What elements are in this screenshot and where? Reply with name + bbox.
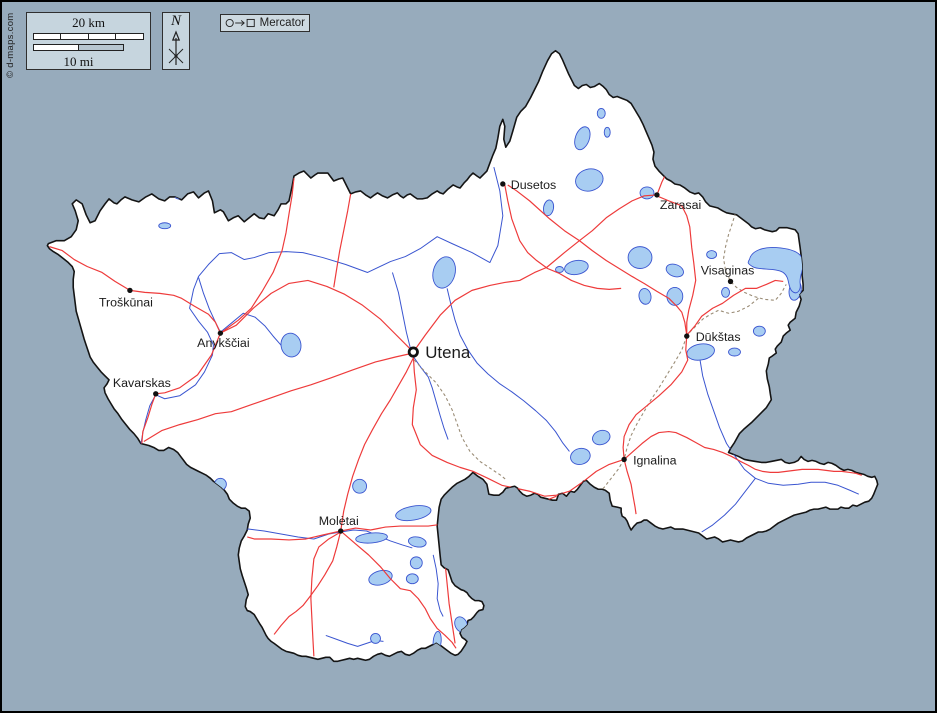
city-label: Kavarskas (113, 376, 171, 390)
city-marker (338, 528, 343, 533)
lake (353, 479, 367, 493)
city-marker (684, 333, 689, 338)
lake (604, 127, 610, 137)
city-marker (500, 181, 505, 186)
map-page: Troškūnai Anykščiai Kavarskas Utena Dusetos Z… (0, 0, 937, 713)
city-marker (218, 330, 223, 335)
north-legend: N (162, 12, 190, 70)
scale-bar-mi (33, 44, 124, 51)
lake (410, 557, 422, 569)
lake (628, 247, 652, 269)
lake (371, 633, 381, 643)
city-label: Troškūnai (99, 295, 153, 309)
lake (667, 287, 683, 305)
scale-km-label: 20 km (27, 15, 150, 30)
city-label: Utena (425, 343, 471, 362)
scale-mi-label: 10 mi (33, 54, 124, 69)
city-marker-capital (409, 348, 417, 356)
scale-legend: 20 km 10 mi (26, 12, 151, 70)
scale-bar-km (33, 33, 144, 40)
projection-label: Mercator (260, 17, 305, 29)
lake (597, 108, 605, 118)
compass-icon (164, 30, 188, 68)
lake (753, 326, 765, 336)
lake (729, 348, 741, 356)
city-label: Ignalina (633, 453, 677, 467)
city-marker (654, 192, 659, 197)
city-marker (728, 279, 733, 284)
city-label: Dūkštas (696, 330, 741, 344)
lake (556, 267, 564, 273)
city-marker (621, 457, 626, 462)
city-label: Dusetos (511, 178, 557, 192)
lake (406, 574, 418, 584)
copyright-text: © d-maps.com (5, 12, 16, 78)
city-marker (127, 288, 132, 293)
city-label: Visaginas (701, 263, 755, 277)
projection-icon (225, 17, 256, 29)
city-marker (153, 391, 158, 396)
projection-legend: Mercator (220, 14, 310, 32)
city-label: Molėtai (319, 514, 359, 528)
lake (707, 251, 717, 259)
lake (159, 223, 171, 229)
map-canvas: Troškūnai Anykščiai Kavarskas Utena Dusetos Z… (2, 2, 935, 711)
city-label: Anykščiai (197, 336, 249, 350)
lake (722, 287, 730, 297)
north-label: N (163, 13, 189, 30)
city-label: Zarasai (660, 198, 701, 212)
